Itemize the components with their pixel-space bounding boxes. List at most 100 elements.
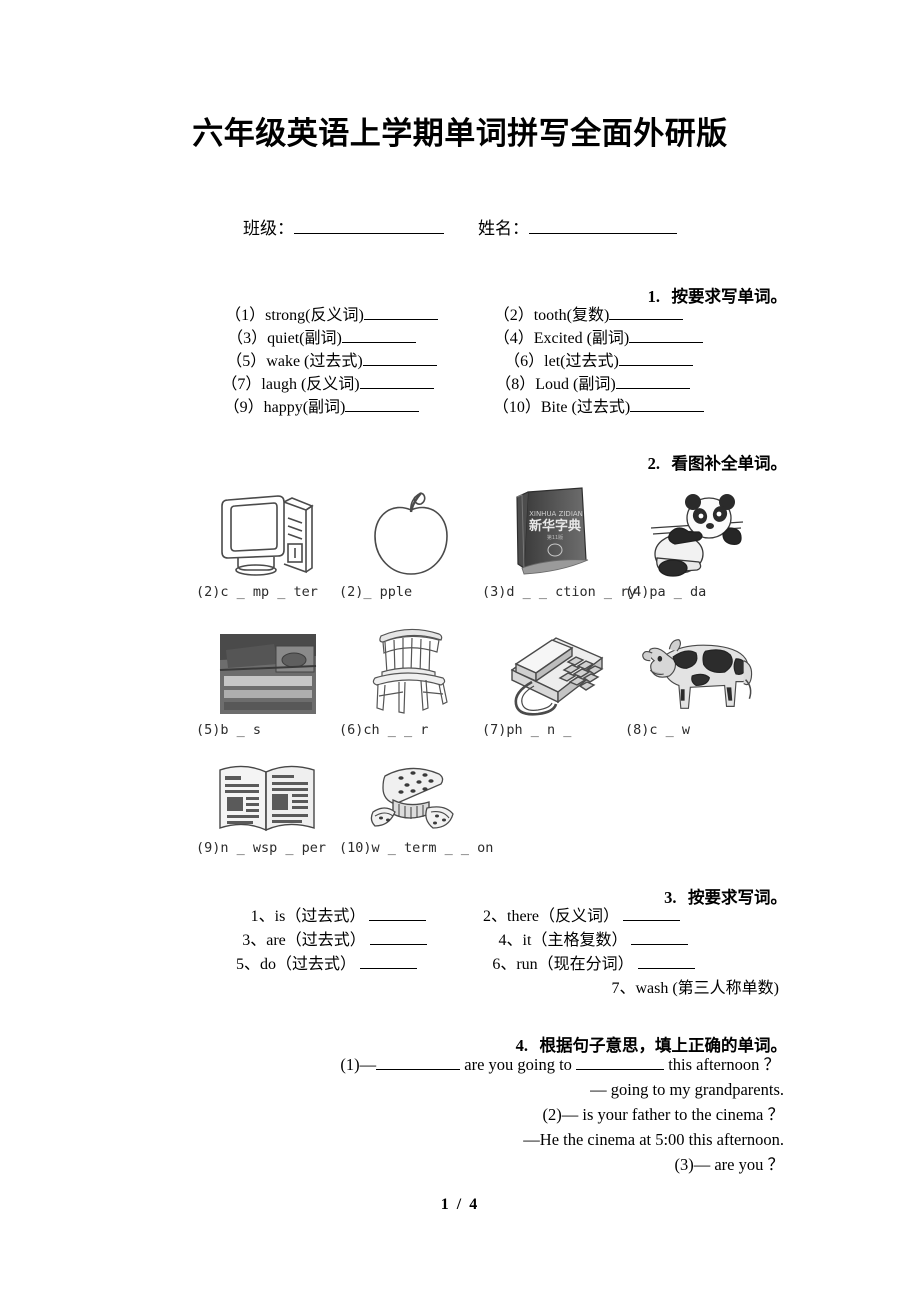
picture-item: XINHUA ZIDIAN 新华字典 第11版 (3)d _ _ ction _… <box>482 484 636 600</box>
answer-blank[interactable] <box>360 955 417 969</box>
section-1-item: （4）Excited (副词) <box>464 327 727 350</box>
section-1-body: （1）strong(反义词) （2）tooth(复数) （3）quiet(副词)… <box>0 304 920 419</box>
class-label: 班级： <box>243 219 294 238</box>
item-number: （6） <box>504 353 545 370</box>
answer-blank[interactable] <box>359 375 434 389</box>
item-text: 5、do（过去式） <box>235 956 356 973</box>
svg-text:新华字典: 新华字典 <box>529 518 581 534</box>
section-1-item: （7）laugh (反义词) <box>199 373 456 396</box>
section-1-item: （9）happy(副词) <box>193 396 458 419</box>
item-word: happy(副词) <box>263 399 346 416</box>
answer-blank[interactable] <box>630 398 705 412</box>
picture-label: (4)pa _ da <box>625 584 707 600</box>
item-word: quiet(副词) <box>267 330 342 347</box>
item-number: （3） <box>227 330 268 347</box>
section-4-line: —He the cinema at 5:00 this afternoon. <box>523 1130 784 1149</box>
answer-blank[interactable] <box>637 955 695 969</box>
section-3-item: 6、run（现在分词） <box>464 953 715 977</box>
section-2-picture-grid: (2)c _ mp _ ter (2)_ pple XINHUA ZIDIAN … <box>196 484 796 856</box>
answer-blank[interactable] <box>362 352 437 366</box>
section-1-item: （10）Bite (过去式) <box>458 396 727 419</box>
picture-label: (6)ch _ _ r <box>339 722 429 738</box>
page-number: 1 / 4 <box>440 1196 480 1213</box>
section-3-row: 3、are（过去式） 4、it（主格复数） <box>0 929 920 953</box>
picture-item: (2)c _ mp _ ter <box>196 484 339 600</box>
class-blank[interactable] <box>294 219 444 234</box>
bus-icon <box>208 626 328 718</box>
worksheet-page: 六年级英语上学期单词拼写全面外研版 班级： 姓名： 1. 按要求写单词。 （1）s… <box>0 0 920 1302</box>
answer-blank[interactable] <box>615 375 690 389</box>
student-info-row: 班级： 姓名： <box>0 214 920 239</box>
answer-blank[interactable] <box>345 398 420 412</box>
section-4-line: (3)— are you ？ <box>674 1155 784 1174</box>
answer-blank[interactable] <box>369 931 427 945</box>
picture-item: (2)_ pple <box>339 484 482 600</box>
picture-label: (10)w _ term _ _ on <box>339 840 494 856</box>
answer-blank[interactable] <box>618 352 693 366</box>
chair-icon <box>351 626 471 718</box>
section-3-item: 4、it（主格复数） <box>456 929 715 953</box>
answer-blank[interactable] <box>369 907 427 921</box>
section-2-title: 看图补全单词。 <box>671 454 788 473</box>
section-3-item: 2、there（反义词） <box>460 905 703 929</box>
picture-item: (10)w _ term _ _ on <box>339 760 493 856</box>
item-number: （2） <box>493 307 534 324</box>
picture-row: (5)b _ s (6)ch _ _ r (7)ph _ n _ (8)c _ … <box>196 626 796 738</box>
picture-item: (5)b _ s <box>196 626 339 738</box>
answer-blank[interactable] <box>629 329 704 343</box>
picture-label: (2)c _ mp _ ter <box>196 584 318 600</box>
section-1-row: （9）happy(副词) （10）Bite (过去式) <box>0 396 920 419</box>
section-2-heading: 2. 看图补全单词。 <box>0 450 920 474</box>
section-1-row: （3）quiet(副词) （4）Excited (副词) <box>0 327 920 350</box>
section-3-row: 1、is（过去式） 2、there（反义词） <box>0 905 920 929</box>
newspaper-icon <box>208 760 328 836</box>
picture-label: (2)_ pple <box>339 584 413 600</box>
section-3-item: 1、is（过去式） <box>217 905 460 929</box>
picture-item: (8)c _ w <box>625 626 768 738</box>
computer-icon <box>208 484 328 580</box>
picture-row: (2)c _ mp _ ter (2)_ pple XINHUA ZIDIAN … <box>196 484 796 600</box>
section-4-line: (2)— is your father to the cinema ？ <box>542 1105 784 1124</box>
section-4-line: (1)— are you going to this afternoon ？ <box>0 1052 920 1077</box>
section-3-item: 5、do（过去式） <box>205 953 464 977</box>
section-3-item: 3、are（过去式） <box>205 929 456 953</box>
section-1-item: （1）strong(反义词) <box>203 304 460 327</box>
item-word: wake (过去式) <box>266 353 363 370</box>
answer-blank[interactable] <box>609 306 684 320</box>
name-blank[interactable] <box>529 219 677 234</box>
picture-item: (9)n _ wsp _ per <box>196 760 339 856</box>
apple-icon <box>351 484 471 580</box>
section-1-item: （6）let(过去式) <box>460 350 727 373</box>
line-suffix: this afternoon ？ <box>668 1055 780 1074</box>
page-title: 六年级英语上学期单词拼写全面外研版 <box>192 116 728 152</box>
section-1-row: （1）strong(反义词) （2）tooth(复数) <box>0 304 920 327</box>
item-text: 4、it（主格复数） <box>498 932 628 949</box>
panda-icon <box>637 484 757 580</box>
dictionary-icon: XINHUA ZIDIAN 新华字典 第11版 <box>494 484 614 580</box>
picture-label: (7)ph _ n _ <box>482 722 572 738</box>
answer-blank[interactable] <box>363 306 438 320</box>
section-1-item: （8）Loud (副词) <box>456 373 721 396</box>
item-word: Loud (副词) <box>535 376 616 393</box>
item-text: 7、wash (第三人称单数) <box>611 980 779 997</box>
picture-row: (9)n _ wsp _ per (10)w _ term _ _ on <box>196 760 796 856</box>
item-word: strong(反义词) <box>265 307 364 324</box>
section-1-item: （5）wake (过去式) <box>193 350 460 373</box>
answer-blank[interactable] <box>376 1056 461 1070</box>
answer-blank[interactable] <box>622 907 680 921</box>
item-word: let(过去式) <box>544 353 619 370</box>
answer-blank[interactable] <box>631 931 689 945</box>
svg-text:第11版: 第11版 <box>547 534 563 541</box>
section-1-item: （2）tooth(复数) <box>460 304 717 327</box>
picture-label: (5)b _ s <box>196 722 262 738</box>
item-word: laugh (反义词) <box>261 376 360 393</box>
section-1-row: （5）wake (过去式) （6）let(过去式) <box>0 350 920 373</box>
answer-blank[interactable] <box>341 329 416 343</box>
item-number: （9） <box>223 399 264 416</box>
section-1-item: （3）quiet(副词) <box>193 327 464 350</box>
item-word: Bite (过去式) <box>540 399 631 416</box>
class-field: 班级： <box>243 214 444 239</box>
answer-blank[interactable] <box>576 1056 665 1070</box>
section-1-row: （7）laugh (反义词) （8）Loud (副词) <box>0 373 920 396</box>
telephone-icon <box>494 626 614 718</box>
